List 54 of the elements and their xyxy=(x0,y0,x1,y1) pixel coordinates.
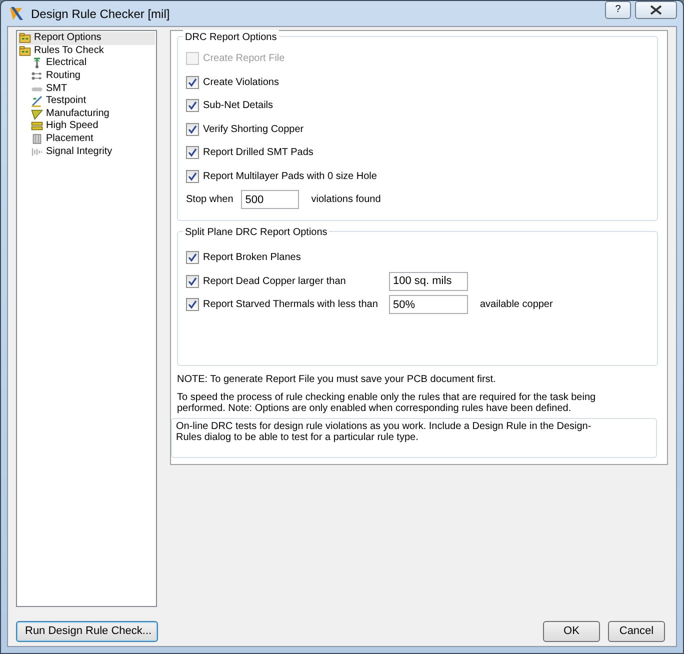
checkbox[interactable] xyxy=(186,251,199,264)
option-label: Create Violations xyxy=(203,76,279,90)
ruler-icon xyxy=(30,108,44,120)
note-text: NOTE: To generate Report File you must save your PCB document first. xyxy=(177,374,497,385)
checkbox[interactable] xyxy=(186,76,199,89)
app-icon xyxy=(9,6,25,22)
option-label: Sub-Net Details xyxy=(203,99,274,114)
field-label: Stop when xyxy=(186,193,234,208)
option-label: Report Multilayer Pads with 0 size Hole xyxy=(203,170,377,184)
close-icon xyxy=(650,4,662,14)
note-text: On-line DRC tests for design rule violations as you work. Include a Design Rule in the Design-Rules dialog to be able to test for a particular rule type. xyxy=(176,421,592,443)
checkbox[interactable] xyxy=(186,122,199,136)
close-button[interactable] xyxy=(635,0,677,18)
tree-item[interactable]: Rules To Check xyxy=(18,44,155,58)
placement-icon xyxy=(30,133,44,146)
value-field[interactable]: 50% xyxy=(389,295,468,314)
window-title: Design Rule Checker [mil] xyxy=(31,6,170,22)
tree-item[interactable]: Placement xyxy=(18,132,155,146)
probe-icon xyxy=(30,95,44,108)
tree-item[interactable]: Signal Integrity xyxy=(18,145,155,158)
signal-icon xyxy=(30,146,44,158)
option-label: Report Starved Thermals with less than xyxy=(203,298,379,312)
tree-item[interactable]: Manufacturing xyxy=(18,108,155,120)
option-label: Report Drilled SMT Pads xyxy=(203,146,314,160)
tree-item[interactable]: Testpoint xyxy=(18,94,155,108)
group-title: DRC Report Options xyxy=(183,30,279,45)
checkbox[interactable] xyxy=(186,99,199,112)
run-design-rule-check-button[interactable]: Run Design Rule Check... xyxy=(16,621,158,642)
checkbox[interactable] xyxy=(186,298,199,312)
tree-item[interactable]: High Speed xyxy=(18,120,155,133)
tree-item[interactable]: SMT xyxy=(18,82,155,95)
field-suffix: violations found xyxy=(311,193,381,208)
ok-button[interactable]: OK xyxy=(543,621,600,642)
routing-icon xyxy=(30,70,44,82)
checkbox[interactable] xyxy=(186,146,199,160)
tree-item[interactable]: Report Options xyxy=(18,32,155,45)
option-label: Create Report File xyxy=(203,52,285,66)
help-button[interactable]: ? xyxy=(605,0,631,18)
checkbox[interactable] xyxy=(186,274,199,288)
option-label: Report Dead Copper larger than xyxy=(203,274,347,289)
option-label: Report Broken Planes xyxy=(203,251,302,266)
checkbox[interactable] xyxy=(186,170,199,183)
bus-icon xyxy=(30,120,44,132)
value-field[interactable]: 100 sq. mils xyxy=(389,272,468,291)
tree-item[interactable]: Routing xyxy=(18,70,155,82)
violations-limit-field[interactable]: 500 xyxy=(241,190,300,210)
option-label: Verify Shorting Copper xyxy=(203,122,304,137)
folder-icon xyxy=(18,32,32,44)
note-text: To speed the process of rule checking enable only the rules that are required for the task being performed. Note: Options are only enabled when corresponding rules have been defined. xyxy=(177,392,597,414)
folder-icon xyxy=(18,44,32,57)
field-suffix: available copper xyxy=(480,298,553,312)
group-title: Split Plane DRC Report Options xyxy=(183,225,330,240)
tree-item[interactable]: Electrical xyxy=(18,57,155,70)
cancel-button[interactable]: Cancel xyxy=(608,621,665,642)
